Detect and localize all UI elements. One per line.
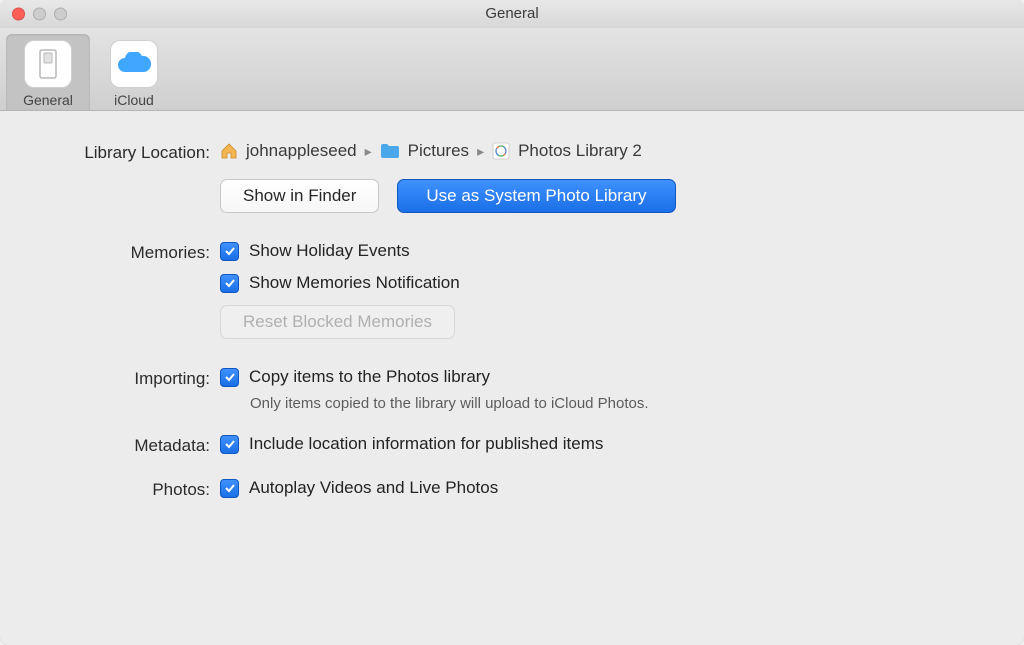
- folder-icon: [380, 143, 400, 159]
- titlebar: General: [0, 0, 1024, 28]
- toolbar: General iCloud: [0, 28, 1024, 111]
- library-location-label: Library Location:: [30, 141, 220, 163]
- check-icon: [224, 438, 236, 450]
- general-icon: [24, 40, 72, 88]
- memories-notification-checkbox-line[interactable]: Show Memories Notification: [220, 273, 994, 293]
- reset-blocked-memories-button: Reset Blocked Memories: [220, 305, 455, 339]
- content-area: Library Location: johnappleseed ▸ Pictur…: [0, 111, 1024, 645]
- close-button[interactable]: [12, 7, 25, 20]
- preferences-window: General General iCloud Library Location:: [0, 0, 1024, 645]
- checkbox-label: Include location information for publish…: [249, 434, 603, 454]
- minimize-button[interactable]: [33, 7, 46, 20]
- photos-label: Photos:: [30, 478, 220, 500]
- check-icon: [224, 482, 236, 494]
- importing-label: Importing:: [30, 367, 220, 389]
- chevron-right-icon: ▸: [365, 143, 372, 160]
- tab-label: iCloud: [114, 92, 154, 108]
- copy-items-note: Only items copied to the library will up…: [250, 395, 994, 412]
- zoom-button[interactable]: [54, 7, 67, 20]
- check-icon: [224, 277, 236, 289]
- icloud-icon: [110, 40, 158, 88]
- window-title: General: [485, 5, 538, 22]
- checkbox-autoplay[interactable]: [220, 479, 239, 498]
- photos-row: Photos: Autoplay Videos and Live Photos: [30, 478, 994, 500]
- include-location-checkbox-line[interactable]: Include location information for publish…: [220, 434, 994, 454]
- breadcrumb-seg-pictures[interactable]: Pictures: [408, 141, 469, 161]
- breadcrumb-seg-library[interactable]: Photos Library 2: [518, 141, 642, 161]
- photos-library-icon: [492, 142, 510, 160]
- checkbox-label: Copy items to the Photos library: [249, 367, 490, 387]
- copy-items-checkbox-line[interactable]: Copy items to the Photos library: [220, 367, 994, 387]
- tab-icloud[interactable]: iCloud: [92, 34, 176, 110]
- memories-label: Memories:: [30, 241, 220, 263]
- checkbox-memories-notification[interactable]: [220, 274, 239, 293]
- chevron-right-icon: ▸: [477, 143, 484, 160]
- holiday-events-checkbox-line[interactable]: Show Holiday Events: [220, 241, 994, 261]
- show-in-finder-button[interactable]: Show in Finder: [220, 179, 379, 213]
- tab-general[interactable]: General: [6, 34, 90, 110]
- library-path-breadcrumb: johnappleseed ▸ Pictures ▸: [220, 141, 994, 161]
- checkbox-include-location[interactable]: [220, 435, 239, 454]
- breadcrumb-seg-home[interactable]: johnappleseed: [246, 141, 357, 161]
- check-icon: [224, 371, 236, 383]
- tab-label: General: [23, 92, 73, 108]
- library-location-row: Library Location: johnappleseed ▸ Pictur…: [30, 141, 994, 213]
- metadata-row: Metadata: Include location information f…: [30, 434, 994, 456]
- metadata-label: Metadata:: [30, 434, 220, 456]
- checkbox-label: Show Memories Notification: [249, 273, 460, 293]
- check-icon: [224, 245, 236, 257]
- checkbox-copy-items[interactable]: [220, 368, 239, 387]
- use-as-system-library-button[interactable]: Use as System Photo Library: [397, 179, 675, 213]
- importing-row: Importing: Copy items to the Photos libr…: [30, 367, 994, 412]
- autoplay-checkbox-line[interactable]: Autoplay Videos and Live Photos: [220, 478, 994, 498]
- home-icon: [220, 142, 238, 160]
- checkbox-label: Show Holiday Events: [249, 241, 410, 261]
- checkbox-label: Autoplay Videos and Live Photos: [249, 478, 498, 498]
- traffic-lights: [12, 7, 67, 20]
- memories-row: Memories: Show Holiday Events Show Memor…: [30, 241, 994, 339]
- checkbox-holiday-events[interactable]: [220, 242, 239, 261]
